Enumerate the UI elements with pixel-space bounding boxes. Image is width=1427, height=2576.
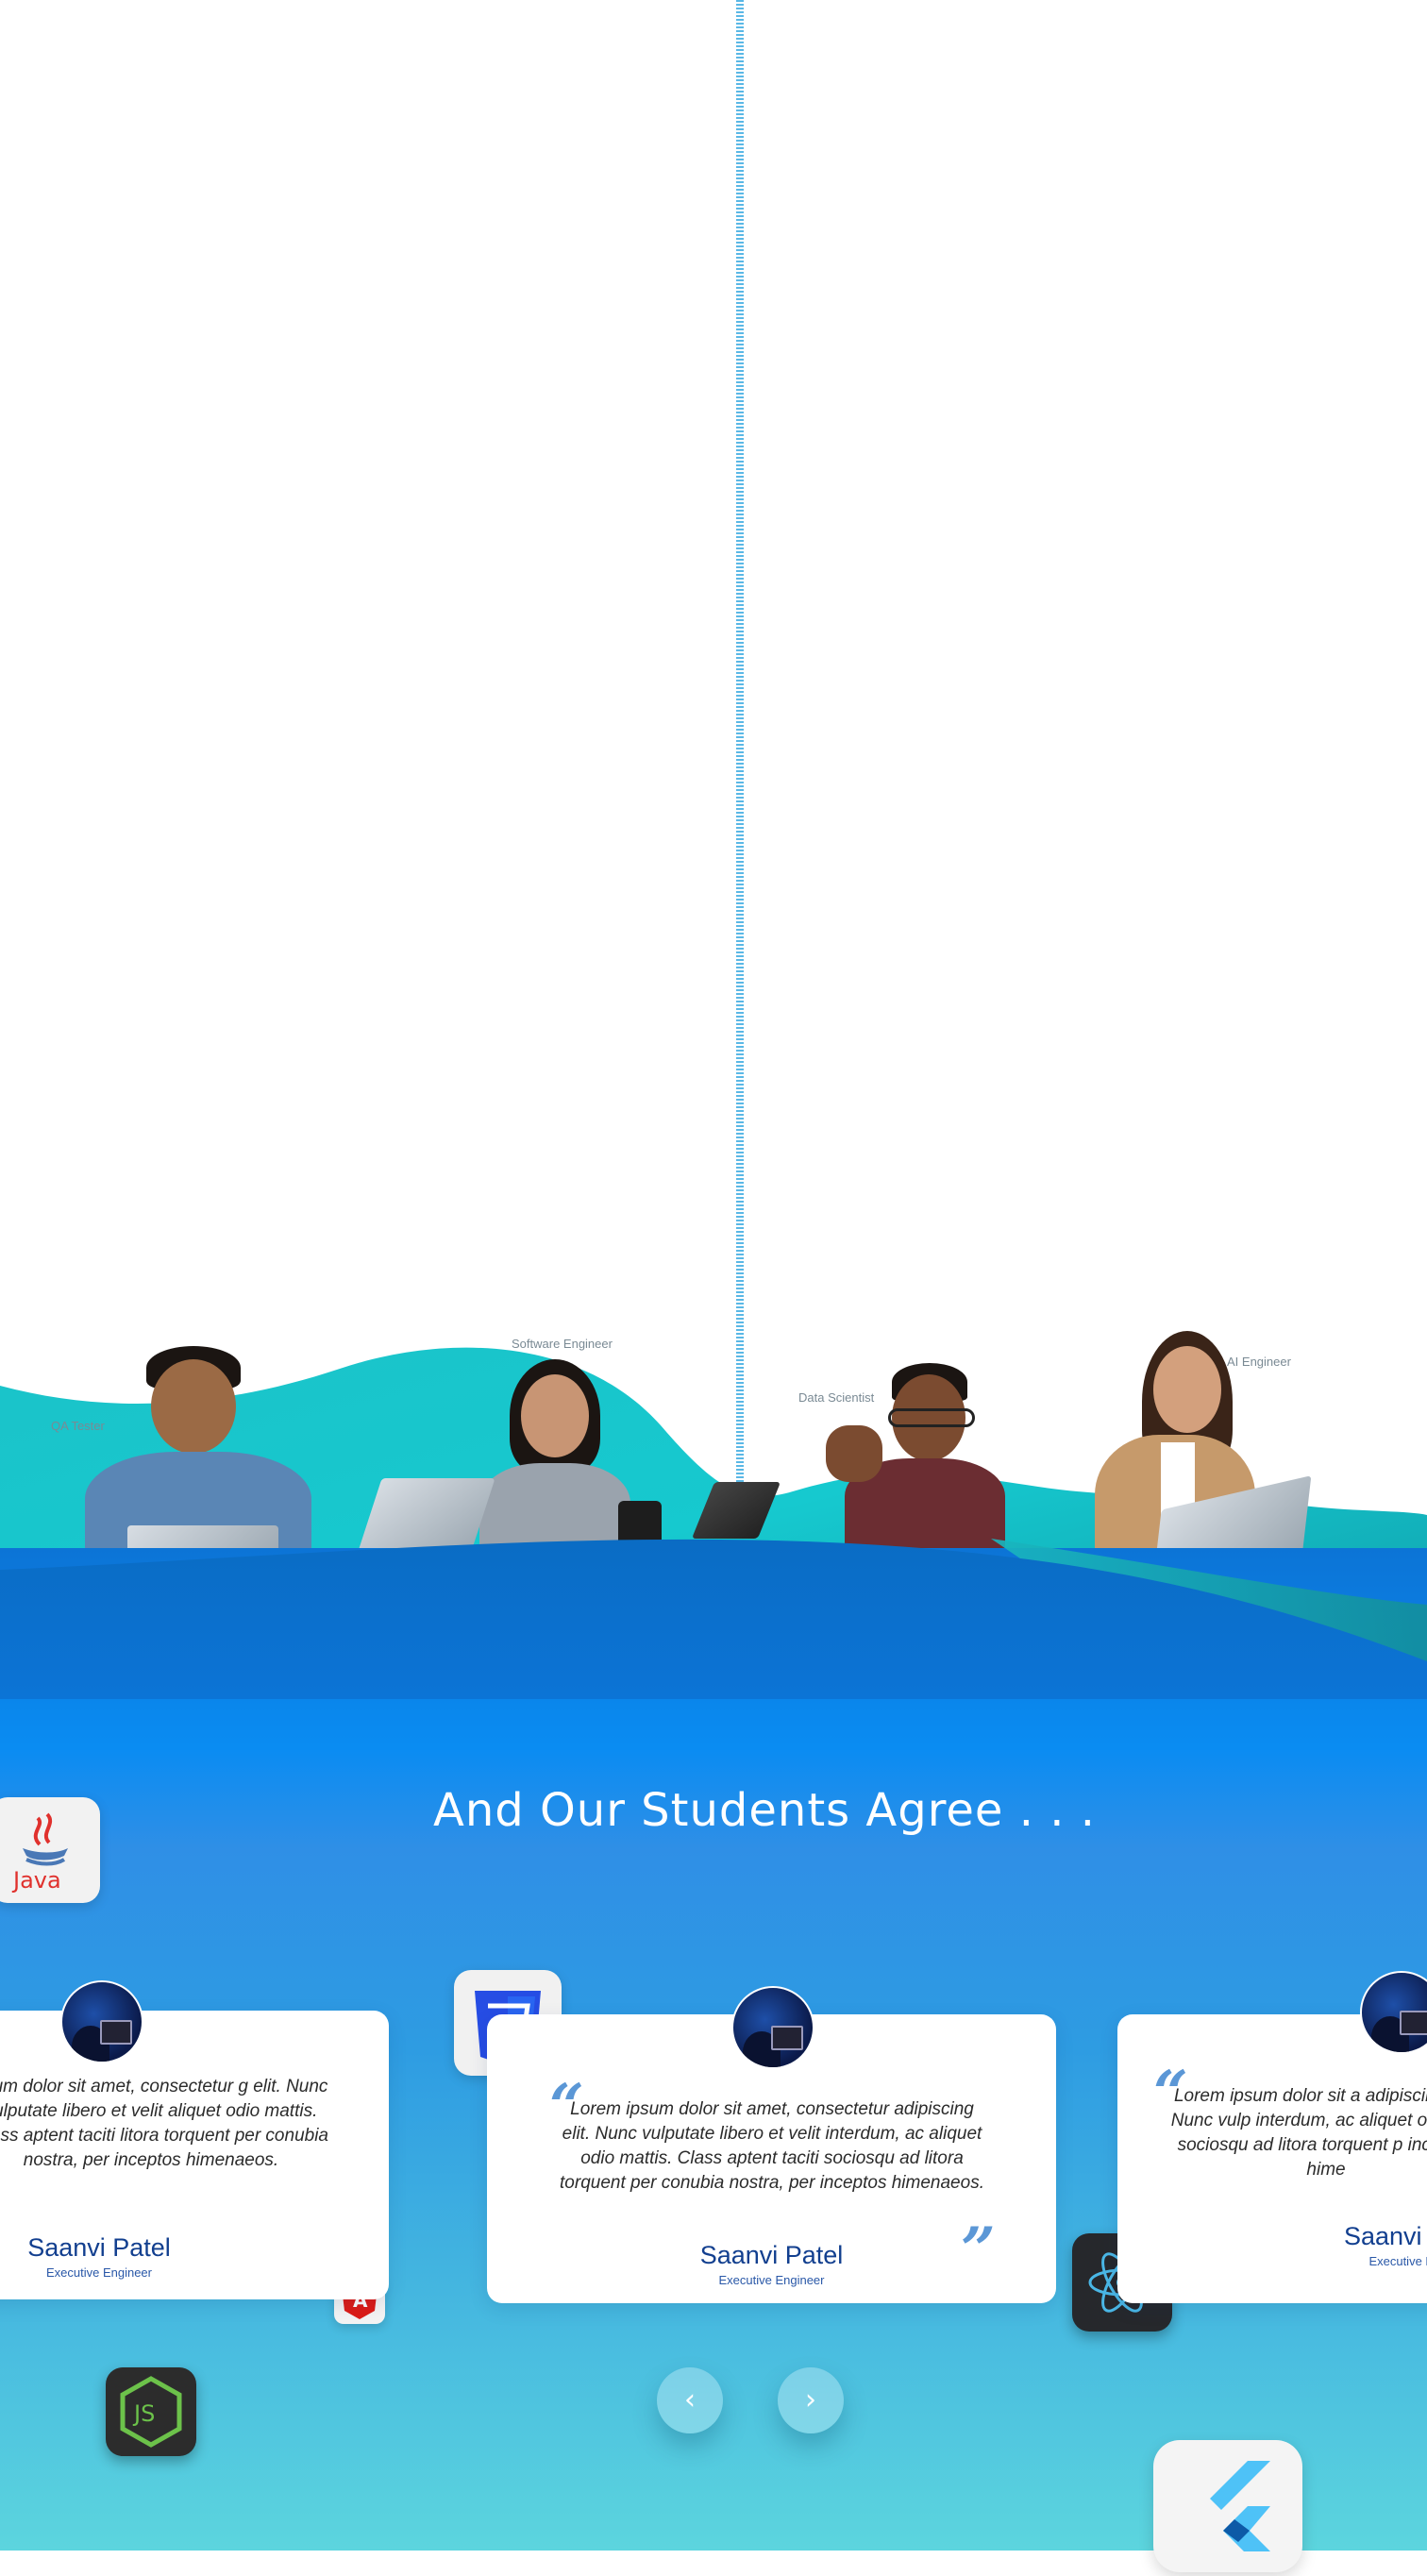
avatar <box>731 1986 814 2069</box>
avatar <box>60 1980 143 2063</box>
carousel-next-button[interactable]: › <box>778 2367 844 2433</box>
testimonials-heading: And Our Students Agree . . . <box>433 1784 1096 1837</box>
testimonial-quote: Lorem ipsum dolor sit a adipiscing elit.… <box>1170 2086 1427 2180</box>
svg-text:Java: Java <box>11 1867 61 1894</box>
testimonial-quote: Lorem ipsum dolor sit amet, consectetur … <box>560 2099 984 2193</box>
testimonial-title: Executive Eng <box>1368 2254 1427 2268</box>
nodejs-logo-icon: JS <box>106 2367 196 2456</box>
close-quote-icon: ” <box>961 2214 996 2285</box>
role-label-software-engineer: Software Engineer <box>512 1337 613 1351</box>
testimonial-card: psum dolor sit amet, consectetur g elit.… <box>0 2011 389 2299</box>
carousel-prev-button[interactable]: ‹ <box>657 2367 723 2433</box>
testimonial-quote: psum dolor sit amet, consectetur g elit.… <box>0 2077 328 2170</box>
blue-wave-top <box>0 1539 1427 1699</box>
chevron-right-icon: › <box>805 2383 816 2416</box>
dotted-divider-line <box>736 0 744 1490</box>
chevron-left-icon: ‹ <box>684 2383 696 2416</box>
testimonial-name: Saanvi P <box>1343 2222 1427 2250</box>
svg-text:JS: JS <box>132 2400 155 2427</box>
testimonial-title: Executive Engineer <box>45 2265 152 2280</box>
java-logo-icon: Java <box>0 1797 100 1903</box>
testimonial-card: “ Lorem ipsum dolor sit a adipiscing eli… <box>1117 2014 1427 2303</box>
flutter-logo-icon <box>1153 2440 1302 2572</box>
testimonial-name: Saanvi Patel <box>27 2233 171 2262</box>
